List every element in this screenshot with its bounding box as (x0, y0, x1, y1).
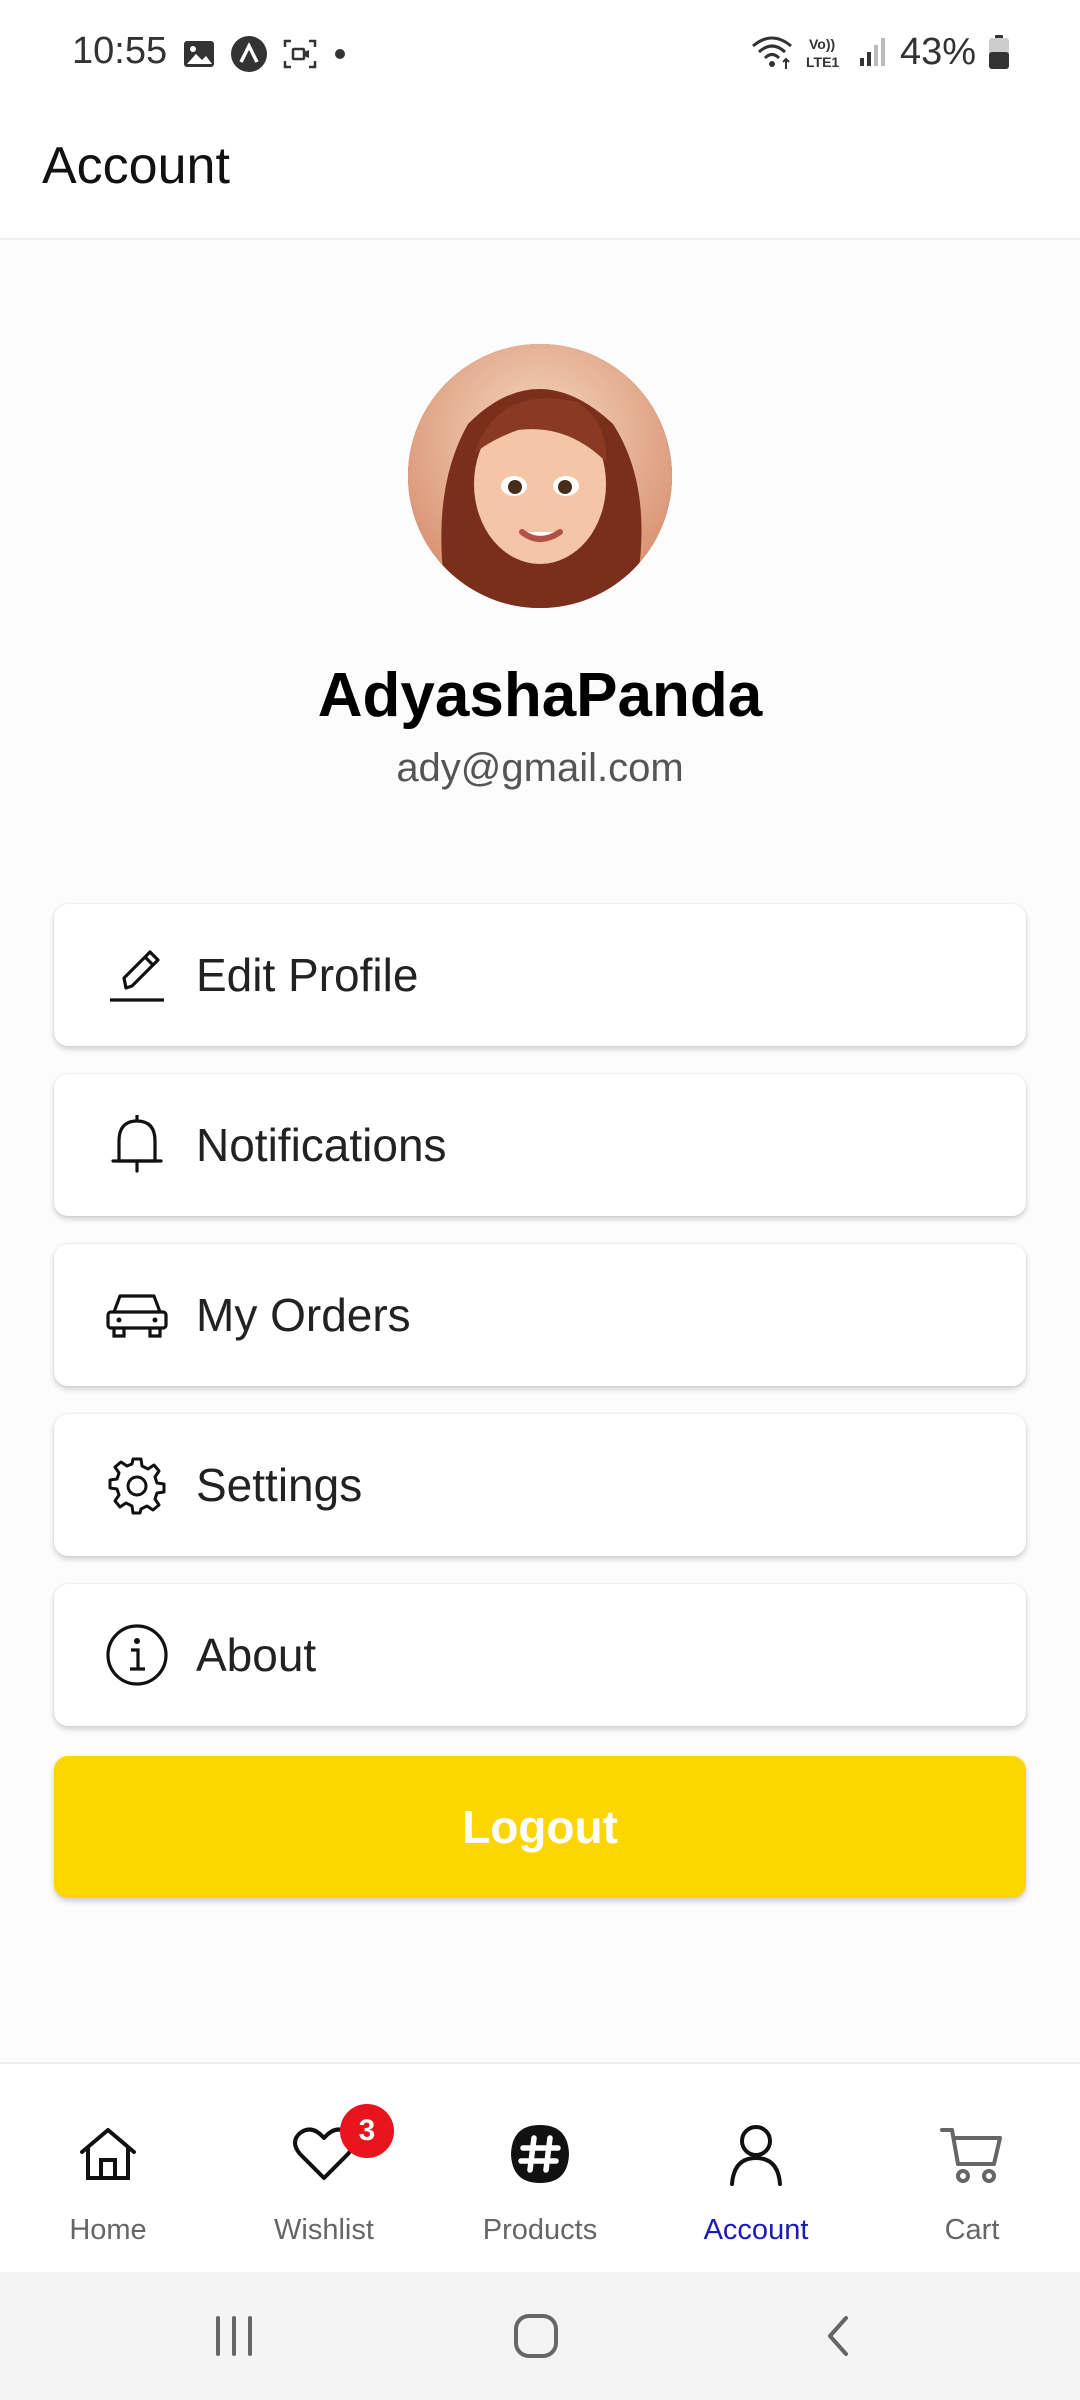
status-time: 10:55 (72, 30, 168, 72)
status-bar: 10:55 Vo)) LTE1 43% (0, 0, 1080, 110)
cart-icon (936, 2118, 1008, 2190)
edit-profile-label: Edit Profile (196, 949, 419, 1001)
user-name: AdyashaPanda (317, 661, 763, 730)
app-header: Account (0, 110, 1080, 240)
recents-icon (216, 2316, 252, 2356)
svg-text:LTE1: LTE1 (806, 54, 839, 70)
pencil-icon (104, 942, 170, 1008)
back-icon (828, 2316, 848, 2356)
my-orders-button[interactable]: My Orders (54, 1244, 1026, 1386)
home-button[interactable] (496, 2296, 576, 2376)
nav-account-label: Account (703, 2214, 809, 2246)
about-button[interactable]: About (54, 1584, 1026, 1726)
home-icon (72, 2118, 144, 2190)
page-title: Account (42, 137, 230, 195)
svg-text:Vo)): Vo)) (809, 36, 835, 52)
back-button[interactable] (798, 2296, 878, 2376)
wishlist-badge: 3 (340, 2104, 394, 2158)
app-a-icon (230, 35, 268, 73)
logout-button[interactable]: Logout (54, 1756, 1026, 1898)
nav-cart[interactable]: Cart (864, 2064, 1080, 2274)
volte-icon: Vo)) LTE1 (806, 33, 846, 71)
dot-icon (332, 46, 348, 62)
nav-cart-label: Cart (944, 2214, 1000, 2246)
gallery-icon (182, 37, 216, 71)
nav-products-label: Products (482, 2214, 598, 2246)
status-left-icons (182, 34, 348, 74)
battery-icon (988, 34, 1010, 70)
account-content: AdyashaPanda ady@gmail.com Edit Profile … (0, 240, 1080, 2060)
nav-home[interactable]: Home (0, 2064, 216, 2274)
settings-label: Settings (196, 1459, 363, 1511)
recents-button[interactable] (194, 2296, 274, 2376)
nav-wishlist[interactable]: 3 Wishlist (216, 2064, 432, 2274)
car-icon (104, 1282, 170, 1348)
wifi-icon (750, 33, 794, 71)
home-circle-icon (514, 2314, 558, 2358)
notifications-label: Notifications (196, 1119, 447, 1171)
my-orders-label: My Orders (196, 1289, 411, 1341)
edit-profile-button[interactable]: Edit Profile (54, 904, 1026, 1046)
nav-products[interactable]: Products (432, 2064, 648, 2274)
avatar-illustration (408, 344, 672, 608)
bottom-nav: Home 3 Wishlist Products Account Cart (0, 2062, 1080, 2274)
info-icon (104, 1622, 170, 1688)
products-icon (504, 2118, 576, 2190)
signal-icon (858, 36, 888, 68)
system-nav (0, 2272, 1080, 2400)
gear-icon (104, 1452, 170, 1518)
notifications-button[interactable]: Notifications (54, 1074, 1026, 1216)
user-email: ady@gmail.com (396, 746, 684, 790)
nav-wishlist-label: Wishlist (274, 2214, 374, 2246)
nav-account[interactable]: Account (648, 2064, 864, 2274)
user-icon (720, 2118, 792, 2190)
bell-icon (104, 1112, 170, 1178)
battery-percent: 43% (899, 30, 976, 73)
profile-avatar[interactable] (408, 344, 672, 608)
screen-record-icon (282, 38, 318, 70)
about-label: About (196, 1629, 317, 1681)
nav-home-label: Home (69, 2214, 147, 2246)
status-right-icons: Vo)) LTE1 43% (750, 30, 1010, 74)
settings-button[interactable]: Settings (54, 1414, 1026, 1556)
